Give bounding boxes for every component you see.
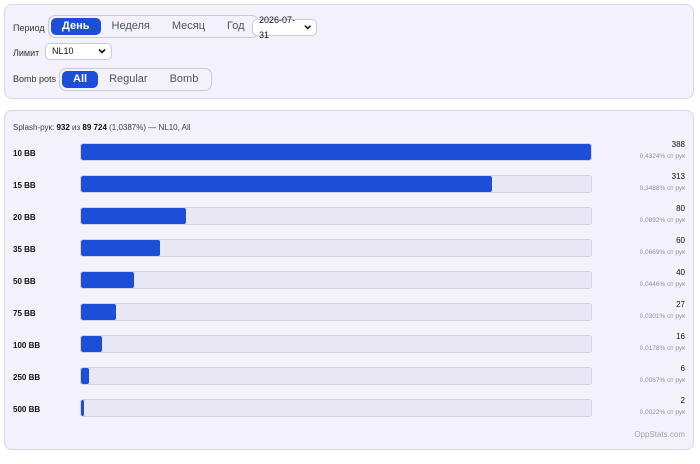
date-select[interactable]: 2026-07-31	[252, 15, 317, 40]
summary-line: Splash-рук: 932 из 89 724 (1,0387%) — NL…	[13, 123, 191, 132]
bar-track	[80, 335, 592, 353]
bomb-pots-label: Bomb pots	[13, 74, 57, 84]
bar	[81, 272, 134, 288]
period-segmented-control: День Неделя Месяц Год	[48, 15, 259, 38]
bar-percent-label: 0,0178% от рук	[639, 345, 685, 352]
bar-value-label: 388	[671, 140, 685, 149]
limit-value: NL10	[52, 46, 74, 56]
bar-percent-label: 0,3488% от рук	[639, 185, 685, 192]
bar-track	[80, 239, 592, 257]
summary-suffix: — NL10, All	[148, 123, 191, 132]
bar-category-label: 10 BB	[13, 149, 36, 158]
bar-percent-label: 0,0022% от рук	[639, 409, 685, 416]
bar	[81, 240, 160, 256]
bomb-pots-segmented-control: All Regular Bomb	[59, 68, 213, 91]
bomb-option-all[interactable]: All	[62, 71, 99, 88]
bar-percent-label: 0,0669% от рук	[639, 249, 685, 256]
limit-select[interactable]: NL10	[45, 43, 112, 60]
bar	[81, 176, 493, 192]
bar	[81, 304, 117, 320]
bar	[81, 144, 591, 160]
period-option-year[interactable]: Год	[216, 18, 256, 35]
bar	[81, 368, 89, 384]
bar-value-label: 16	[676, 332, 685, 341]
bar-value-label: 80	[676, 204, 685, 213]
date-value: 2026-07-31	[259, 14, 296, 40]
bar-category-label: 500 BB	[13, 405, 41, 414]
bar-value-label: 60	[676, 236, 685, 245]
limit-label: Лимит	[13, 48, 40, 58]
bar-track	[80, 207, 592, 225]
bar-percent-label: 0,0446% от рук	[639, 281, 685, 288]
summary-total-hands: 89 724	[82, 123, 107, 132]
filters-panel: Период День Неделя Месяц Год 2026-07-31 …	[4, 4, 694, 99]
bar-value-label: 6	[680, 364, 685, 373]
bar-value-label: 40	[676, 268, 685, 277]
chevron-down-icon	[98, 48, 106, 54]
summary-splash-count: 932	[56, 123, 70, 132]
bar-category-label: 75 BB	[13, 309, 36, 318]
bar-category-label: 35 BB	[13, 245, 36, 254]
bar-category-label: 50 BB	[13, 277, 36, 286]
period-option-month[interactable]: Месяц	[161, 18, 216, 35]
bar-percent-label: 0,0301% от рук	[639, 313, 685, 320]
bar	[81, 208, 187, 224]
bar-value-label: 27	[676, 300, 685, 309]
bar-value-label: 313	[671, 172, 685, 181]
bar	[81, 400, 84, 416]
bar-track	[80, 303, 592, 321]
bar-category-label: 100 BB	[13, 341, 41, 350]
period-option-day[interactable]: День	[51, 18, 101, 35]
watermark: OppStats.com	[634, 430, 685, 439]
bar-track	[80, 175, 592, 193]
bar-track	[80, 143, 592, 161]
bar-track	[80, 399, 592, 417]
bar-track	[80, 367, 592, 385]
bomb-option-bomb[interactable]: Bomb	[159, 71, 210, 88]
bar-category-label: 20 BB	[13, 213, 36, 222]
period-label: Период	[13, 23, 45, 33]
period-option-week[interactable]: Неделя	[101, 18, 161, 35]
summary-percent: (1,0387%)	[109, 123, 147, 132]
bar-category-label: 250 BB	[13, 373, 41, 382]
bar-percent-label: 0,0067% от рук	[639, 377, 685, 384]
bomb-option-regular[interactable]: Regular	[98, 71, 159, 88]
chart-panel: Splash-рук: 932 из 89 724 (1,0387%) — NL…	[4, 110, 694, 450]
bar-category-label: 15 BB	[13, 181, 36, 190]
bar-percent-label: 0,0892% от рук	[639, 217, 685, 224]
chevron-down-icon	[303, 25, 311, 30]
bar-track	[80, 271, 592, 289]
bar-value-label: 2	[680, 396, 685, 405]
bar-percent-label: 0,4324% от рук	[639, 153, 685, 160]
summary-prefix: Splash-рук:	[13, 123, 55, 132]
summary-of: из	[72, 123, 81, 132]
bar	[81, 336, 103, 352]
